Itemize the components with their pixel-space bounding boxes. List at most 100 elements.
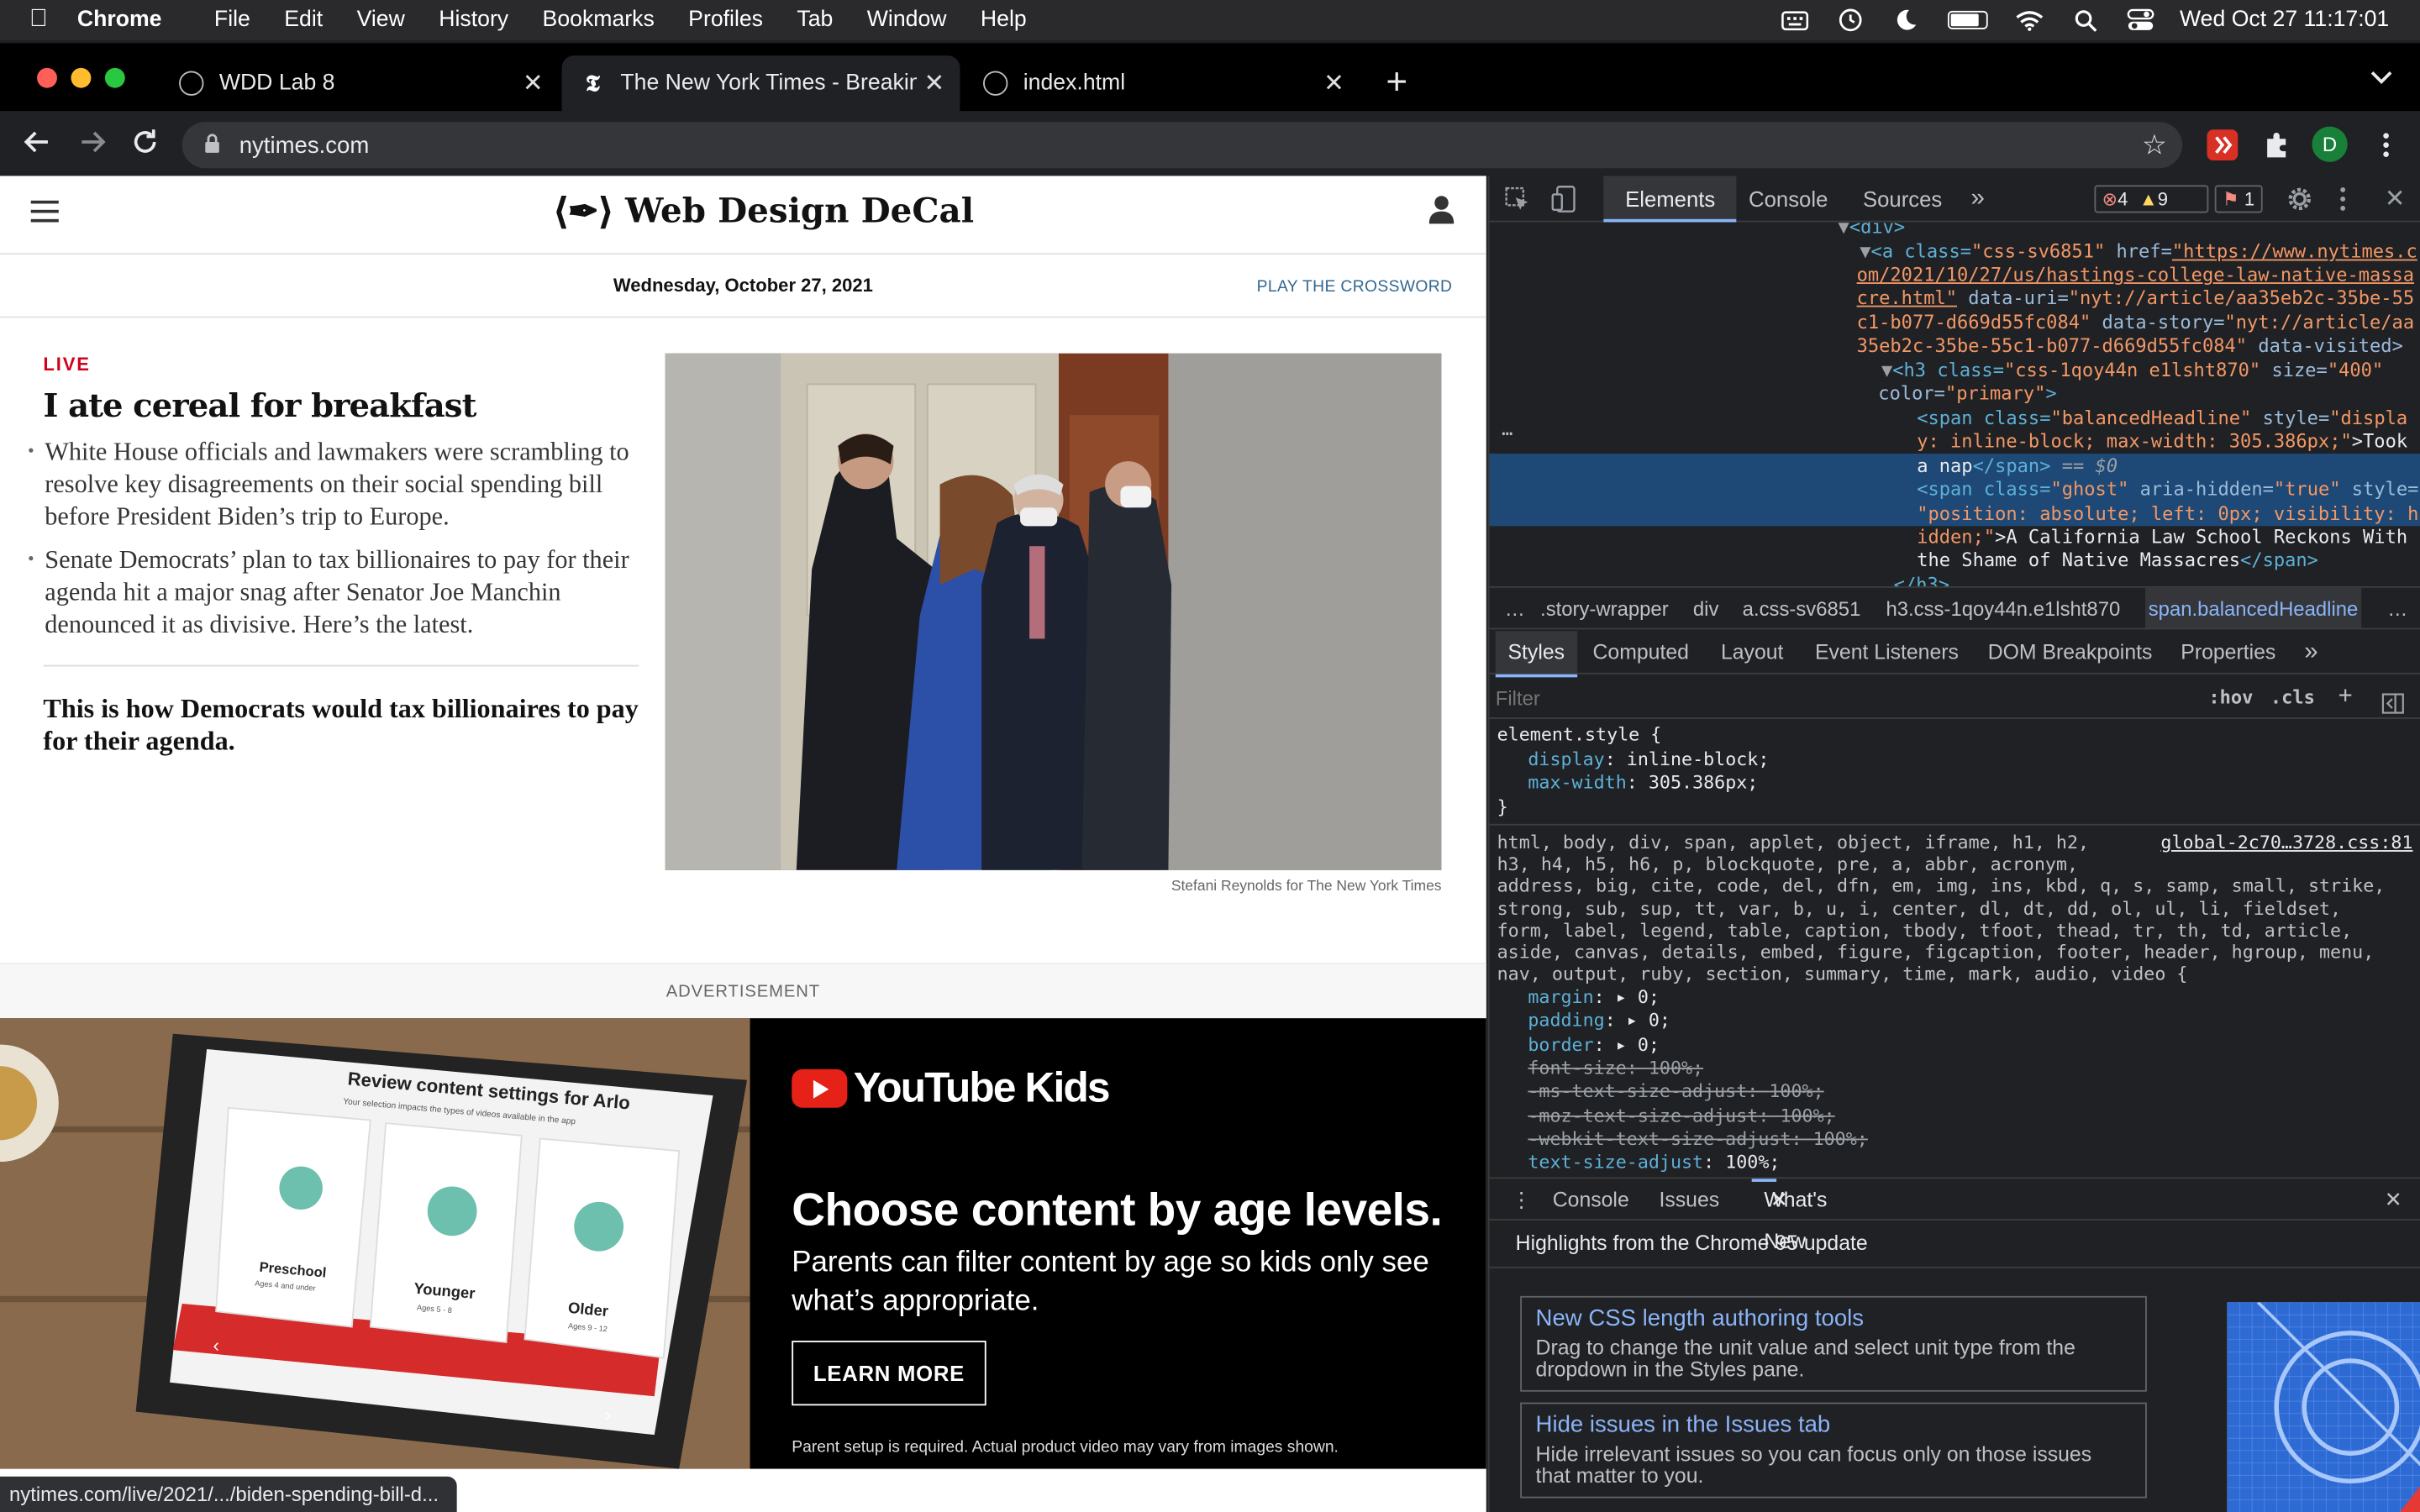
breadcrumb-item-current[interactable]: span.balancedHeadline (2145, 587, 2362, 628)
dom-line[interactable]: ▼<a class="css-sv6851" href="https://www… (1860, 241, 2417, 265)
lock-icon[interactable] (203, 132, 220, 158)
profile-avatar[interactable]: D (2312, 126, 2348, 162)
styles-filter-input[interactable] (1495, 680, 2191, 715)
dom-tree[interactable]: … ▼<div> ▼<a class="css-sv6851" href="ht… (1489, 222, 2420, 586)
dom-line[interactable]: ▼<h3 class="css-1qoy44n e1lsht870" size=… (1881, 360, 2383, 383)
drawer-menu-icon[interactable]: ⋮ (1511, 1179, 1532, 1221)
bookmark-star-icon[interactable]: ☆ (2142, 129, 2167, 161)
tab-wdd-lab-8[interactable]: WDD Lab 8 ✕ (164, 55, 559, 111)
style-declaration[interactable]: margin: ▸ 0; (1528, 986, 1660, 1010)
spotlight-search-icon[interactable] (2071, 9, 2099, 31)
dom-line[interactable]: c1-b077-d669d55fc084" data-story="nyt://… (1857, 312, 2415, 335)
list-item[interactable]: White House officials and lawmakers were… (28, 435, 639, 533)
youtube-kids-ad[interactable]: Review content settings for Arlo Your se… (0, 1018, 1486, 1469)
extensions-puzzle-icon[interactable] (2261, 129, 2292, 160)
control-center-icon[interactable] (2128, 8, 2155, 31)
dom-line[interactable]: "position: absolute; left: 0px; visibili… (1917, 503, 2418, 527)
dom-line[interactable]: 35eb2c-35be-55c1-b077-d669d55fc084" data… (1857, 335, 2403, 359)
menu-item-profiles[interactable]: Profiles (688, 8, 763, 32)
list-item[interactable]: Senate Democrats’ plan to tax billionair… (28, 543, 639, 641)
reload-icon[interactable] (129, 127, 160, 167)
drawer-tab-console[interactable]: Console (1553, 1179, 1629, 1221)
drawer-tab-issues[interactable]: Issues (1659, 1179, 1719, 1221)
breadcrumb-overflow-icon[interactable]: … (1505, 588, 1525, 628)
more-tabs-chevron-icon[interactable]: » (2304, 631, 2317, 674)
extension-red-icon[interactable] (2207, 129, 2238, 161)
tab-dom-breakpoints[interactable]: DOM Breakpoints (1988, 631, 2153, 674)
dom-line[interactable]: om/2021/10/27/us/hastings-college-law-na… (1857, 264, 2414, 287)
card-title[interactable]: Hide issues in the Issues tab (1536, 1412, 2132, 1440)
dom-line[interactable]: color="primary"> (1878, 383, 2056, 407)
device-toolbar-icon[interactable] (1551, 185, 1576, 218)
dom-line[interactable]: the Shame of Native Massacres</span> (1917, 549, 2318, 573)
dom-line[interactable]: idden;">A California Law School Reckons … (1917, 526, 2407, 549)
breadcrumb-item[interactable]: h3.css-1qoy44n.e1lsht870 (1886, 588, 2120, 628)
tab-layout[interactable]: Layout (1721, 631, 1783, 674)
new-tab-plus-icon[interactable]: + (1386, 61, 1407, 104)
forward-arrow-icon[interactable] (77, 127, 108, 167)
site-brand[interactable]: ⟨✒⟩ Web Design DeCal (553, 188, 975, 233)
menu-app-name[interactable]: Chrome (77, 8, 187, 32)
tab-event-listeners[interactable]: Event Listeners (1815, 631, 1959, 674)
dom-line-selected[interactable]: <span class="balancedHeadline" style="di… (1917, 407, 2407, 431)
tab-search-chevron-icon[interactable] (2370, 65, 2392, 89)
settings-gear-icon[interactable] (2286, 185, 2313, 218)
main-headline[interactable]: I ate cereal for breakfast (43, 386, 476, 424)
style-declaration[interactable]: -moz-text-size-adjust: 100%; (1528, 1104, 1834, 1127)
menu-item-bookmarks[interactable]: Bookmarks (543, 8, 655, 32)
dom-line-selected[interactable]: a nap</span> == $0 (1917, 455, 2118, 479)
breadcrumb-item[interactable]: .story-wrapper (1540, 588, 1669, 628)
tab-computed[interactable]: Computed (1593, 631, 1689, 674)
tab-index-html[interactable]: index.html ✕ (965, 55, 1360, 111)
close-drawer-icon[interactable]: ✕ (2385, 1179, 2402, 1221)
tab-nytimes[interactable]: 𝕿 The New York Times - Breaking ✕ (561, 55, 960, 112)
toggle-hover-state-button[interactable]: :hov (2208, 675, 2253, 718)
devtools-menu-icon[interactable] (2338, 185, 2348, 218)
menu-item-file[interactable]: File (214, 8, 250, 32)
node-actions-ellipsis-icon[interactable]: … (1502, 418, 1512, 442)
wifi-icon[interactable] (2016, 9, 2044, 31)
minimize-window-button[interactable] (71, 67, 92, 88)
menu-item-history[interactable]: History (439, 8, 508, 32)
style-declaration[interactable]: padding: ▸ 0; (1528, 1010, 1670, 1033)
breadcrumb-more-icon[interactable]: … (2387, 588, 2407, 628)
address-bar[interactable]: nytimes.com ☆ (182, 122, 2183, 169)
tab-properties[interactable]: Properties (2181, 631, 2275, 674)
style-declaration[interactable]: max-width: 305.386px; (1528, 771, 1758, 795)
breadcrumb-item[interactable]: a.css-sv6851 (1743, 588, 1861, 628)
menu-item-edit[interactable]: Edit (284, 8, 323, 32)
dom-line[interactable]: ▼<div> (1839, 222, 1906, 239)
hamburger-menu-icon[interactable] (30, 200, 59, 228)
learn-more-button[interactable]: LEARN MORE (792, 1341, 986, 1406)
close-devtools-icon[interactable]: ✕ (2385, 184, 2406, 215)
rule-source-link[interactable]: global-2c70…3728.css:81 (2160, 832, 2412, 855)
styles-rules[interactable]: element.style { display: inline-block; m… (1489, 721, 2420, 1174)
close-tab-icon[interactable]: ✕ (523, 68, 544, 99)
secondary-headline[interactable]: This is how Democrats would tax billiona… (43, 693, 639, 758)
zoom-window-button[interactable] (104, 67, 125, 88)
story-photo[interactable] (665, 353, 1442, 870)
style-declaration[interactable]: -ms-text-size-adjust: 100%; (1528, 1080, 1823, 1104)
close-tab-icon[interactable]: ✕ (1323, 68, 1344, 99)
dark-mode-moon-icon[interactable] (1892, 9, 1920, 31)
tab-elements[interactable]: Elements (1603, 176, 1737, 223)
breadcrumb-item[interactable]: div (1693, 588, 1719, 628)
whats-new-card[interactable]: New CSS length authoring tools Drag to c… (1520, 1295, 2147, 1392)
account-user-icon[interactable] (1428, 194, 1455, 228)
style-declaration[interactable]: font-size: 100%; (1528, 1057, 1703, 1080)
new-style-rule-plus-icon[interactable]: + (2338, 675, 2353, 718)
more-tabs-chevron-icon[interactable]: » (1971, 176, 1985, 222)
close-window-button[interactable] (37, 67, 57, 88)
play-crossword-link[interactable]: PLAY THE CROSSWORD (1257, 278, 1453, 297)
dom-line[interactable]: </h3> (1894, 574, 1949, 586)
close-tab-icon[interactable]: ✕ (923, 68, 944, 99)
close-tab-icon[interactable]: ✕ (1770, 1179, 1788, 1221)
dom-line[interactable]: cre.html" data-uri="nyt://article/aa35eb… (1857, 287, 2415, 311)
error-warning-badge[interactable]: ⊗4 ▲9 (2094, 185, 2209, 213)
whats-new-card[interactable]: Hide issues in the Issues tab Hide irrel… (1520, 1402, 2147, 1499)
menu-item-view[interactable]: View (357, 8, 405, 32)
card-title[interactable]: New CSS length authoring tools (1536, 1305, 2132, 1333)
tab-console[interactable]: Console (1749, 176, 1828, 222)
style-declaration[interactable]: border: ▸ 0; (1528, 1033, 1660, 1057)
more-vertical-icon[interactable] (2370, 129, 2402, 160)
